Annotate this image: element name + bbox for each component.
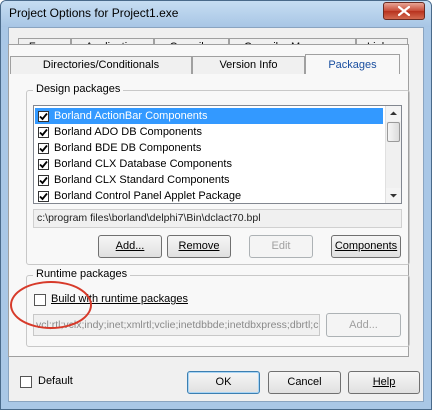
close-icon: [398, 6, 410, 16]
highlight-circle: [10, 281, 92, 329]
design-packages-list[interactable]: Borland ActionBar Components Borland ADO…: [33, 105, 402, 204]
button-label: OK: [215, 376, 232, 388]
title-bar[interactable]: Project Options for Project1.exe: [1, 1, 431, 27]
check-icon: [39, 144, 48, 153]
list-item[interactable]: Borland ActionBar Components: [35, 108, 383, 124]
checkbox[interactable]: [38, 127, 49, 138]
check-icon: [39, 112, 48, 121]
checkbox[interactable]: [38, 191, 49, 202]
tab-label: Version Info: [219, 59, 278, 71]
check-icon: [39, 176, 48, 185]
list-item-label: Borland ADO DB Components: [54, 126, 202, 138]
add-runtime-package-button[interactable]: Add...: [326, 313, 401, 337]
add-design-package-button[interactable]: Add...: [98, 235, 162, 258]
button-label: Add...: [115, 240, 145, 252]
checkbox[interactable]: [38, 159, 49, 170]
checkbox[interactable]: [38, 175, 49, 186]
vertical-scrollbar[interactable]: [385, 106, 401, 203]
ok-button[interactable]: OK: [187, 371, 260, 394]
button-label: Edit: [271, 240, 291, 252]
default-label[interactable]: Default: [38, 375, 73, 387]
button-label: Cancel: [287, 376, 322, 388]
tab-label: Packages: [328, 59, 377, 71]
scroll-up-button[interactable]: [386, 106, 401, 121]
check-icon: [39, 192, 48, 201]
package-path-field: c:\program files\borland\delphi7\Bin\dcl…: [33, 209, 402, 228]
design-packages-label: Design packages: [33, 83, 124, 95]
checkbox[interactable]: [38, 111, 49, 122]
scroll-thumb[interactable]: [387, 122, 400, 142]
runtime-packages-label: Runtime packages: [33, 268, 131, 280]
list-item[interactable]: Borland ADO DB Components: [35, 124, 383, 140]
button-label: Components: [334, 240, 398, 252]
list-item-label: Borland CLX Standard Components: [54, 174, 230, 186]
remove-button[interactable]: Remove: [167, 235, 231, 258]
tab-packages[interactable]: Packages: [305, 54, 400, 74]
tab-version-info[interactable]: Version Info: [192, 56, 305, 74]
list-item-label: Borland ActionBar Components: [54, 110, 208, 122]
check-icon: [39, 128, 48, 137]
list-item[interactable]: Borland CLX Database Components: [35, 156, 383, 172]
button-label: Help: [372, 376, 396, 388]
list-item-label: Borland BDE DB Components: [54, 142, 202, 154]
list-item[interactable]: Borland CLX Standard Components: [35, 172, 383, 188]
close-button[interactable]: [383, 2, 425, 20]
window-title: Project Options for Project1.exe: [9, 6, 179, 20]
check-icon: [39, 160, 48, 169]
tab-label: Directories/Conditionals: [42, 59, 160, 71]
list-item[interactable]: Borland Control Panel Applet Package: [35, 188, 383, 203]
default-checkbox[interactable]: [20, 376, 32, 388]
cancel-button[interactable]: Cancel: [268, 371, 341, 394]
button-label: Remove: [178, 240, 220, 252]
edit-button[interactable]: Edit: [249, 235, 313, 258]
list-item-label: Borland Control Panel Applet Package: [54, 190, 242, 202]
tab-directories-conditionals[interactable]: Directories/Conditionals: [10, 56, 192, 74]
arrow-up-icon: [390, 111, 397, 115]
checkbox[interactable]: [38, 143, 49, 154]
help-button[interactable]: Help: [348, 371, 420, 394]
scroll-down-button[interactable]: [386, 188, 401, 203]
button-label: Add...: [349, 319, 378, 331]
components-button[interactable]: Components: [331, 235, 401, 258]
list-item[interactable]: Borland BDE DB Components: [35, 140, 383, 156]
arrow-down-icon: [390, 194, 397, 198]
list-item-label: Borland CLX Database Components: [54, 158, 232, 170]
